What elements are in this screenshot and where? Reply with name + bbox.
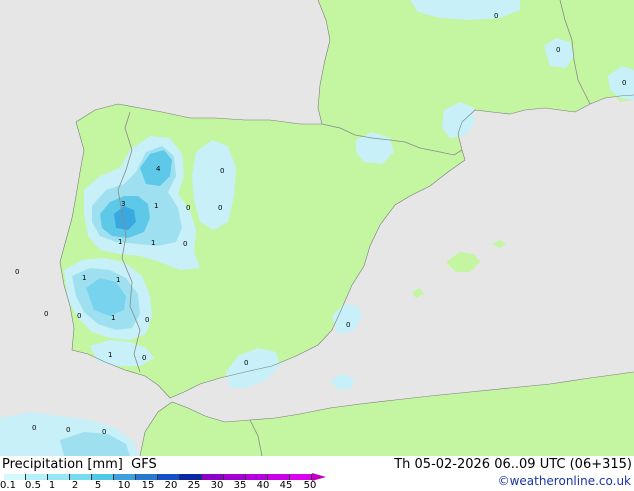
label-badajoz: 1 [116, 276, 120, 284]
label-valencia: 0 [346, 321, 350, 329]
label-morocco-c: 0 [66, 426, 70, 434]
product-title: Precipitation [mm] GFS [2, 457, 157, 472]
credit-link[interactable]: ©weatheronline.co.uk [498, 474, 631, 488]
label-provence: 0 [622, 79, 626, 87]
label-morocco-e: 0 [102, 428, 106, 436]
label-toledo: 1 [151, 239, 155, 247]
label-leon: 4 [156, 165, 161, 173]
label-alentejo-w: 1 [82, 274, 86, 282]
weather-map-panel: 0 0 0 4 0 3 1 0 0 1 1 0 0 1 1 0 0 1 0 1 … [0, 0, 634, 491]
label-avila: 1 [154, 202, 158, 210]
valid-time: Th 05-02-2026 06..09 UTC (06+315) [394, 457, 632, 472]
label-caceres: 1 [118, 238, 122, 246]
label-algarve: 1 [108, 351, 112, 359]
label-burgos: 0 [220, 167, 224, 175]
label-alentejo-s: 1 [111, 314, 115, 322]
map-footer: Precipitation [mm] GFS Th 05-02-2026 06.… [0, 456, 634, 491]
label-seville: 0 [142, 354, 146, 362]
label-cordoba: 0 [145, 316, 149, 324]
label-portugal-coast: 0 [77, 312, 81, 320]
label-salamanca: 3 [121, 200, 125, 208]
label-madrid: 0 [218, 204, 222, 212]
label-madrid-w: 0 [186, 204, 190, 212]
label-biscay-ne: 0 [494, 12, 498, 20]
label-atlantic-sw: 0 [44, 310, 48, 318]
label-gascony: 0 [556, 46, 560, 54]
label-atlantic-w: 0 [15, 268, 19, 276]
label-granada: 0 [244, 359, 248, 367]
label-morocco-w: 0 [32, 424, 36, 432]
precipitation-map: 0 0 0 4 0 3 1 0 0 1 1 0 0 1 1 0 0 1 0 1 … [0, 0, 634, 456]
label-ciudad-real: 0 [183, 240, 187, 248]
